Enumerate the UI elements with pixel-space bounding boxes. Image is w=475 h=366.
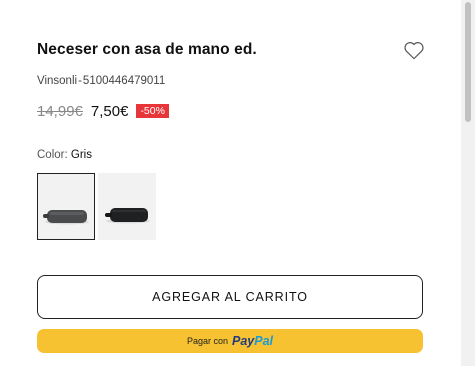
color-label: Color: bbox=[37, 149, 68, 161]
price-row: 14,99€ 7,50€ -50% bbox=[37, 100, 169, 122]
discount-badge: -50% bbox=[136, 104, 169, 118]
page-scrollbar[interactable] bbox=[461, 0, 475, 366]
toiletry-bag-gris-image bbox=[43, 210, 89, 225]
product-sku: 5100446479011 bbox=[82, 75, 166, 87]
swatch-gris[interactable] bbox=[37, 173, 95, 240]
paypal-logo: PayPal bbox=[232, 334, 274, 348]
old-price: 14,99€ bbox=[37, 102, 83, 120]
scrollbar-thumb[interactable] bbox=[465, 2, 471, 122]
wishlist-button[interactable] bbox=[403, 40, 425, 60]
color-selection-label: Color: Gris bbox=[37, 148, 92, 162]
title-row: Neceser con asa de mano ed. bbox=[37, 40, 427, 62]
add-to-cart-button[interactable]: AGREGAR AL CARRITO bbox=[37, 275, 423, 319]
toiletry-bag-negro-image bbox=[105, 208, 150, 224]
paypal-checkout-button[interactable]: Pagar con PayPal bbox=[37, 329, 423, 353]
swatch-negro[interactable] bbox=[98, 173, 156, 240]
product-info-panel: Neceser con asa de mano ed. Vinsonli-510… bbox=[0, 0, 461, 366]
product-title: Neceser con asa de mano ed. bbox=[37, 41, 257, 58]
current-price: 7,50€ bbox=[90, 102, 129, 120]
heart-outline-icon bbox=[404, 42, 424, 60]
product-meta: Vinsonli-5100446479011 bbox=[37, 74, 165, 88]
color-value: Gris bbox=[70, 149, 92, 161]
brand-name: Vinsonli bbox=[37, 75, 78, 87]
paypal-prefix: Pagar con bbox=[186, 336, 228, 346]
